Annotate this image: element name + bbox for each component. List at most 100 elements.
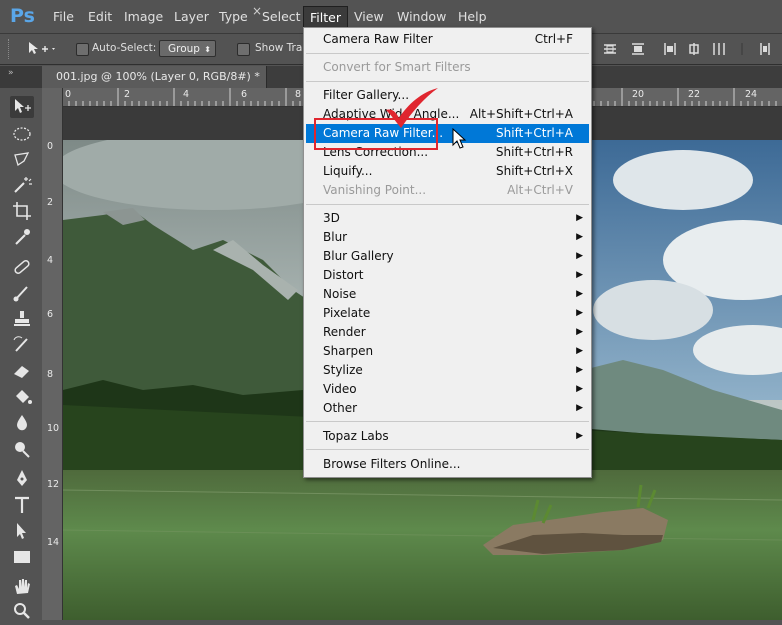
document-tab[interactable]: 001.jpg @ 100% (Layer 0, RGB/8#) * bbox=[42, 66, 267, 88]
submenu-arrow-icon: ▶ bbox=[576, 365, 583, 375]
options-grip[interactable] bbox=[8, 39, 12, 59]
submenu-arrow-icon: ▶ bbox=[576, 431, 583, 441]
menu-separator bbox=[306, 449, 589, 450]
zoom-tool-icon[interactable] bbox=[10, 600, 34, 622]
menu-item-3d[interactable]: 3D ▶ bbox=[304, 209, 591, 228]
menu-separator bbox=[306, 81, 589, 82]
submenu-arrow-icon: ▶ bbox=[576, 270, 583, 280]
mouse-cursor-icon bbox=[452, 127, 468, 150]
menu-item-distort[interactable]: Distort ▶ bbox=[304, 266, 591, 285]
auto-select-value: Group bbox=[168, 43, 200, 55]
menu-edit[interactable]: Edit bbox=[85, 8, 115, 26]
healing-brush-tool-icon[interactable] bbox=[10, 256, 34, 278]
auto-select-label: Auto-Select: bbox=[92, 42, 157, 54]
align-top-icon[interactable] bbox=[603, 42, 617, 56]
ruler-label: 4 bbox=[183, 89, 190, 100]
lasso-tool-icon[interactable] bbox=[10, 149, 34, 171]
menu-image[interactable]: Image bbox=[121, 8, 166, 26]
distribute-left-icon[interactable] bbox=[663, 42, 677, 56]
path-selection-tool-icon[interactable] bbox=[10, 520, 34, 542]
ruler-label: 6 bbox=[241, 89, 248, 100]
ruler-label: 4 bbox=[47, 255, 54, 266]
updown-icon: ⬍ bbox=[204, 45, 211, 54]
menu-select[interactable]: Select bbox=[259, 8, 304, 26]
menu-item-filter-gallery[interactable]: Filter Gallery... bbox=[304, 86, 591, 105]
distribute-right-icon[interactable] bbox=[712, 42, 726, 56]
menu-separator bbox=[306, 421, 589, 422]
menu-item-blur[interactable]: Blur ▶ bbox=[304, 228, 591, 247]
auto-select-checkbox[interactable] bbox=[76, 43, 89, 56]
ruler-label: 10 bbox=[47, 423, 60, 434]
menu-layer[interactable]: Layer bbox=[171, 8, 212, 26]
submenu-arrow-icon: ▶ bbox=[576, 251, 583, 261]
ruler-label: 0 bbox=[47, 141, 54, 152]
ruler-label: 22 bbox=[688, 89, 701, 100]
checkmark-icon bbox=[382, 86, 442, 130]
vertical-ruler[interactable]: 0 2 4 6 8 10 12 14 bbox=[42, 88, 63, 620]
menu-view[interactable]: View bbox=[351, 8, 387, 26]
submenu-arrow-icon: ▶ bbox=[576, 346, 583, 356]
close-tab-icon[interactable]: × bbox=[252, 4, 262, 18]
menu-help[interactable]: Help bbox=[455, 8, 490, 26]
history-brush-tool-icon[interactable] bbox=[10, 334, 34, 356]
menu-item-convert-smart-filters: Convert for Smart Filters bbox=[323, 60, 471, 74]
eyedropper-tool-icon[interactable] bbox=[10, 226, 34, 248]
rectangle-tool-icon[interactable] bbox=[10, 546, 34, 568]
submenu-arrow-icon: ▶ bbox=[576, 327, 583, 337]
menu-file[interactable]: File bbox=[50, 8, 77, 26]
ruler-label: 2 bbox=[47, 197, 54, 208]
submenu-arrow-icon: ▶ bbox=[576, 403, 583, 413]
ruler-label: 20 bbox=[632, 89, 645, 100]
magic-wand-tool-icon[interactable] bbox=[10, 174, 34, 196]
menu-filter[interactable]: Filter bbox=[303, 6, 348, 29]
submenu-arrow-icon: ▶ bbox=[576, 232, 583, 242]
move-tool-icon[interactable] bbox=[10, 96, 34, 118]
align-vcenter-icon[interactable] bbox=[631, 42, 645, 56]
menu-window[interactable]: Window bbox=[394, 8, 449, 26]
menu-separator bbox=[306, 204, 589, 205]
tools-panel-header[interactable]: » bbox=[0, 66, 42, 88]
menu-item-blur-gallery[interactable]: Blur Gallery ▶ bbox=[304, 247, 591, 266]
eraser-tool-icon[interactable] bbox=[10, 360, 34, 382]
menu-item-video[interactable]: Video ▶ bbox=[304, 380, 591, 399]
ruler-label: 14 bbox=[47, 537, 60, 548]
show-transform-label: Show Tran bbox=[255, 42, 309, 54]
menu-item-vanishing-point: Vanishing Point... Alt+Ctrl+V bbox=[323, 183, 573, 197]
ruler-label: 8 bbox=[47, 369, 54, 380]
submenu-arrow-icon: ▶ bbox=[576, 213, 583, 223]
submenu-arrow-icon: ▶ bbox=[576, 289, 583, 299]
menu-item-other[interactable]: Other ▶ bbox=[304, 399, 591, 418]
menu-item-sharpen[interactable]: Sharpen ▶ bbox=[304, 342, 591, 361]
ruler-label: 2 bbox=[124, 89, 131, 100]
menu-item-topaz-labs[interactable]: Topaz Labs ▶ bbox=[304, 427, 591, 446]
menu-item-liquify[interactable]: Liquify... Shift+Ctrl+X bbox=[304, 162, 591, 181]
marquee-tool-icon[interactable] bbox=[10, 123, 34, 145]
menu-type[interactable]: Type bbox=[216, 8, 251, 26]
paint-bucket-tool-icon[interactable] bbox=[10, 386, 34, 408]
type-tool-icon[interactable] bbox=[10, 494, 34, 516]
auto-align-icon[interactable] bbox=[758, 42, 772, 56]
move-tool-icon[interactable] bbox=[26, 41, 56, 57]
ruler-label: 0 bbox=[65, 89, 72, 100]
collapse-icon[interactable]: » bbox=[8, 68, 14, 78]
menu-item-stylize[interactable]: Stylize ▶ bbox=[304, 361, 591, 380]
menu-item-noise[interactable]: Noise ▶ bbox=[304, 285, 591, 304]
clone-stamp-tool-icon[interactable] bbox=[10, 308, 34, 330]
menu-item-browse-filters-online[interactable]: Browse Filters Online... bbox=[304, 455, 591, 474]
auto-select-dropdown[interactable]: Group ⬍ bbox=[159, 40, 216, 57]
pen-tool-icon[interactable] bbox=[10, 468, 34, 490]
distribute-center-icon[interactable] bbox=[687, 42, 701, 56]
ruler-label: 8 bbox=[295, 89, 302, 100]
hand-tool-icon[interactable] bbox=[10, 576, 34, 598]
blur-tool-icon[interactable] bbox=[10, 412, 34, 434]
show-transform-checkbox[interactable] bbox=[237, 43, 250, 56]
ruler-label: 6 bbox=[47, 309, 54, 320]
crop-tool-icon[interactable] bbox=[10, 200, 34, 222]
menu-item-pixelate[interactable]: Pixelate ▶ bbox=[304, 304, 591, 323]
dodge-tool-icon[interactable] bbox=[10, 438, 34, 460]
menu-separator bbox=[306, 53, 589, 54]
menu-item-render[interactable]: Render ▶ bbox=[304, 323, 591, 342]
menu-item-camera-raw-last[interactable]: Camera Raw Filter Ctrl+F bbox=[304, 30, 591, 49]
brush-tool-icon[interactable] bbox=[10, 282, 34, 304]
ruler-label: 12 bbox=[47, 479, 60, 490]
